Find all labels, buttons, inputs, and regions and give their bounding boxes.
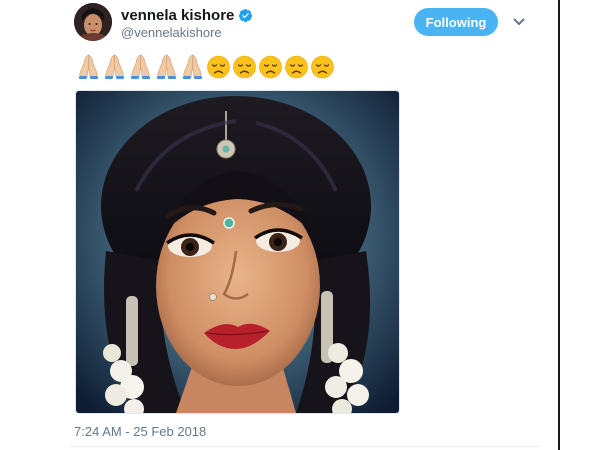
tweet-card: vennela kishore @vennelakishore Followin…	[0, 0, 600, 450]
folded-hands-emoji-icon	[157, 54, 176, 79]
folded-hands-emoji-icon	[79, 54, 98, 79]
following-button[interactable]: Following	[414, 8, 498, 36]
portrait-image	[76, 91, 399, 413]
chevron-down-icon[interactable]	[512, 15, 526, 29]
disappointed-face-emoji-icon	[233, 55, 256, 79]
author-name-text: vennela kishore	[121, 7, 235, 24]
author-name[interactable]: vennela kishore	[121, 7, 253, 24]
page-gutter	[560, 0, 600, 450]
tweet-timestamp[interactable]: 7:24 AM - 25 Feb 2018	[74, 424, 206, 439]
disappointed-face-emoji-icon	[259, 55, 282, 79]
disappointed-face-emoji-icon	[311, 55, 334, 79]
tweet-text	[76, 53, 335, 81]
divider	[70, 446, 540, 447]
author-avatar[interactable]	[74, 3, 112, 41]
disappointed-face-emoji-icon	[285, 55, 308, 79]
folded-hands-emoji-icon	[183, 54, 202, 79]
verified-badge-icon	[239, 8, 253, 23]
disappointed-face-emoji-icon	[207, 55, 230, 79]
tweet-photo[interactable]	[75, 90, 400, 414]
author-handle[interactable]: @vennelakishore	[121, 25, 222, 40]
avatar-image	[74, 3, 112, 41]
folded-hands-emoji-icon	[105, 54, 124, 79]
folded-hands-emoji-icon	[131, 54, 150, 79]
